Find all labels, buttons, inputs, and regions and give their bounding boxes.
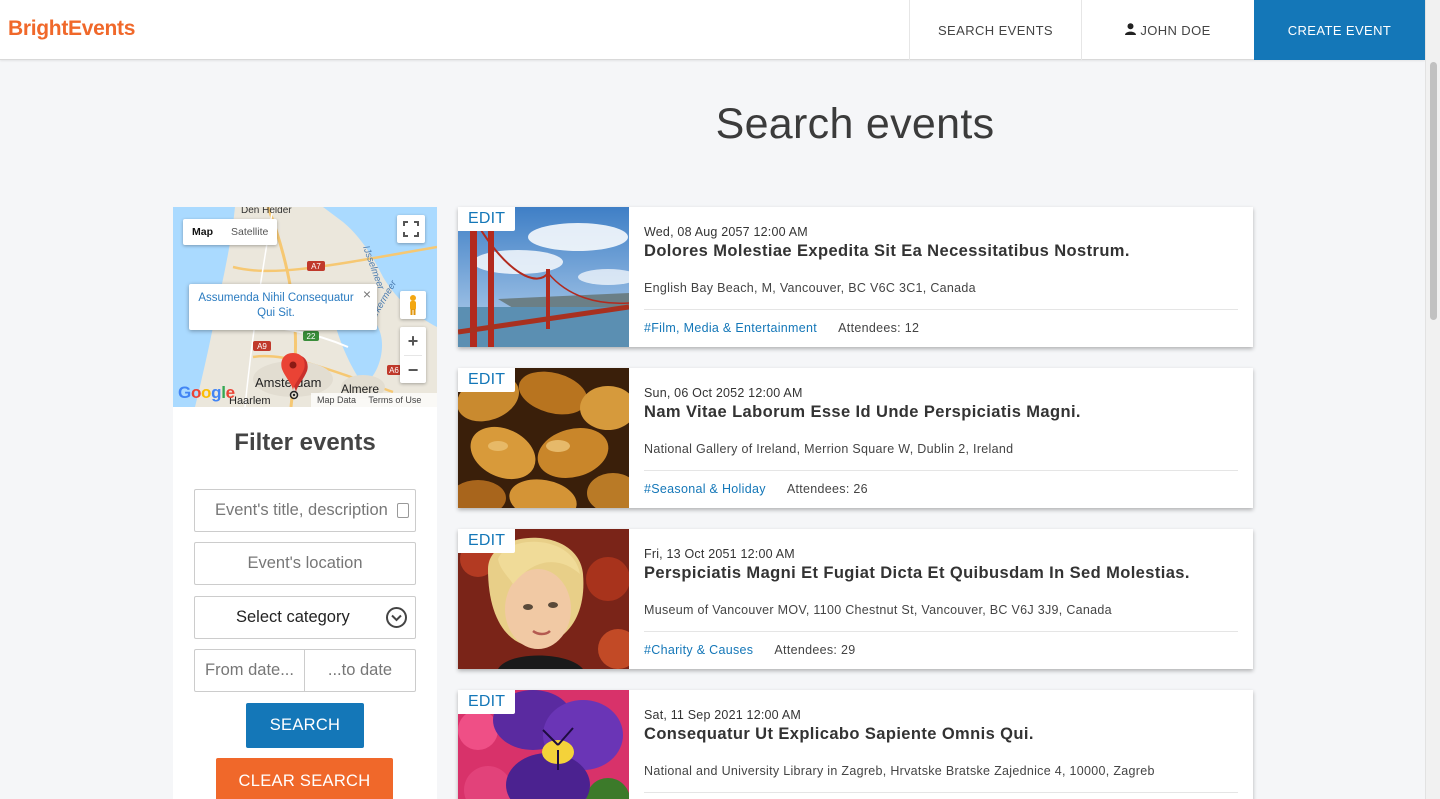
event-divider xyxy=(644,792,1238,793)
event-category-tag[interactable]: #Charity & Causes xyxy=(644,643,753,657)
map-type-satellite-button[interactable]: Satellite xyxy=(222,219,277,245)
event-details: Wed, 08 Aug 2057 12:00 AM Dolores Molest… xyxy=(644,207,1238,347)
events-map[interactable]: A7 A9 22 A6 Den Helder IJsselmeer Marker… xyxy=(173,207,437,407)
event-card[interactable]: EDIT Sun, 06 Oct 2052 12:00 AM Nam Vitae… xyxy=(458,368,1253,508)
google-logo: Google xyxy=(178,383,235,402)
info-window-title[interactable]: Assumenda Nihil Consequatur Qui Sit. xyxy=(198,292,353,319)
fullscreen-icon xyxy=(403,221,419,237)
filter-title: Filter events xyxy=(234,429,376,456)
search-input-placeholder: Event's title, description xyxy=(215,501,388,519)
event-divider xyxy=(644,309,1238,310)
event-title[interactable]: Perspiciatis Magni Et Fugiat Dicta Et Qu… xyxy=(644,564,1190,583)
location-input[interactable]: Event's location xyxy=(194,542,416,585)
nav-user-label: JOHN DOE xyxy=(1140,22,1211,38)
road-badge-22: 22 xyxy=(307,332,316,341)
event-attendees: Attendees: 12 xyxy=(838,321,920,335)
street-view-pegman-button[interactable] xyxy=(400,291,426,319)
edit-event-button[interactable]: EDIT xyxy=(458,207,516,231)
from-date-input[interactable]: From date... xyxy=(195,650,305,691)
event-card[interactable]: EDIT Sat, 11 Sep 2021 12:00 AM Consequat… xyxy=(458,690,1253,799)
event-details: Sun, 06 Oct 2052 12:00 AM Nam Vitae Labo… xyxy=(644,368,1238,508)
event-date: Wed, 08 Aug 2057 12:00 AM xyxy=(644,225,808,239)
map-info-window[interactable]: Assumenda Nihil Consequatur Qui Sit. × xyxy=(189,284,377,330)
event-location: English Bay Beach, M, Vancouver, BC V6C … xyxy=(644,281,976,295)
event-category-tag[interactable]: #Seasonal & Holiday xyxy=(644,482,766,496)
event-divider xyxy=(644,470,1238,471)
map-type-map-button[interactable]: Map xyxy=(183,219,222,245)
edit-event-button[interactable]: EDIT xyxy=(458,529,516,553)
map-label-haarlem: Haarlem xyxy=(229,395,271,407)
map-type-toggle: Map Satellite xyxy=(183,219,278,245)
zoom-in-button[interactable]: + xyxy=(400,327,426,355)
event-title[interactable]: Dolores Molestiae Expedita Sit Ea Necess… xyxy=(644,242,1130,261)
user-icon xyxy=(1125,23,1137,35)
event-attendees: Attendees: 29 xyxy=(774,643,856,657)
autofill-icon xyxy=(397,503,409,518)
chevron-down-icon xyxy=(386,607,407,628)
map-zoom-controls: + − xyxy=(400,327,426,383)
map-attribution: Map Data Terms of Use xyxy=(311,393,437,407)
event-meta: #Film, Media & Entertainment Attendees: … xyxy=(644,321,919,335)
map-terms-link[interactable]: Terms of Use xyxy=(368,395,421,405)
road-badge-a7: A7 xyxy=(311,262,321,271)
event-details: Fri, 13 Oct 2051 12:00 AM Perspiciatis M… xyxy=(644,529,1238,669)
fullscreen-button[interactable] xyxy=(397,215,425,243)
date-range-inputs: From date... ...to date xyxy=(194,649,416,692)
filter-sidebar: A7 A9 22 A6 Den Helder IJsselmeer Marker… xyxy=(173,207,437,799)
event-card[interactable]: EDIT Fri, 13 Oct 2051 12:00 AM Perspicia… xyxy=(458,529,1253,669)
nav-search-events[interactable]: SEARCH EVENTS xyxy=(909,0,1081,60)
search-input[interactable]: Event's title, description xyxy=(194,489,416,532)
category-select[interactable]: Select category xyxy=(194,596,416,639)
page-title: Search events xyxy=(715,100,995,148)
search-button[interactable]: SEARCH xyxy=(246,703,364,748)
zoom-out-button[interactable]: − xyxy=(400,356,426,384)
event-card[interactable]: EDIT Wed, 08 Aug 2057 12:00 AM Dolores M… xyxy=(458,207,1253,347)
nav-create-event-button[interactable]: CREATE EVENT xyxy=(1254,0,1425,60)
event-location: Museum of Vancouver MOV, 1100 Chestnut S… xyxy=(644,603,1112,617)
event-details: Sat, 11 Sep 2021 12:00 AM Consequatur Ut… xyxy=(644,690,1238,799)
map-data-link[interactable]: Map Data xyxy=(317,395,356,405)
road-badge-a9: A9 xyxy=(257,342,267,351)
event-divider xyxy=(644,631,1238,632)
event-date: Sun, 06 Oct 2052 12:00 AM xyxy=(644,386,803,400)
clear-search-button[interactable]: CLEAR SEARCH xyxy=(216,758,393,799)
scrollbar-thumb[interactable] xyxy=(1430,62,1437,320)
event-date: Fri, 13 Oct 2051 12:00 AM xyxy=(644,547,795,561)
event-attendees: Attendees: 26 xyxy=(786,482,868,496)
edit-event-button[interactable]: EDIT xyxy=(458,690,516,714)
event-location: National Gallery of Ireland, Merrion Squ… xyxy=(644,442,1014,456)
event-title[interactable]: Nam Vitae Laborum Esse Id Unde Perspicia… xyxy=(644,403,1081,422)
brand-logo[interactable]: BrightEvents xyxy=(8,17,135,41)
event-date: Sat, 11 Sep 2021 12:00 AM xyxy=(644,708,801,722)
location-input-placeholder: Event's location xyxy=(247,554,363,572)
nav-user-menu[interactable]: JOHN DOE xyxy=(1081,0,1254,60)
event-location: National and University Library in Zagre… xyxy=(644,764,1155,778)
event-meta: #Seasonal & Holiday Attendees: 26 xyxy=(644,482,868,496)
road-badge-a6: A6 xyxy=(389,366,399,375)
map-label-den-helder: Den Helder xyxy=(241,207,292,216)
event-meta: #Charity & Causes Attendees: 29 xyxy=(644,643,855,657)
edit-event-button[interactable]: EDIT xyxy=(458,368,516,392)
page-scrollbar[interactable] xyxy=(1425,0,1440,799)
event-category-tag[interactable]: #Film, Media & Entertainment xyxy=(644,321,817,335)
top-navbar: BrightEvents SEARCH EVENTS JOHN DOE CREA… xyxy=(0,0,1425,60)
close-icon[interactable]: × xyxy=(361,287,373,301)
category-select-label: Select category xyxy=(236,608,350,626)
event-title[interactable]: Consequatur Ut Explicabo Sapiente Omnis … xyxy=(644,725,1034,744)
pegman-icon xyxy=(410,295,416,315)
to-date-input[interactable]: ...to date xyxy=(305,650,415,691)
